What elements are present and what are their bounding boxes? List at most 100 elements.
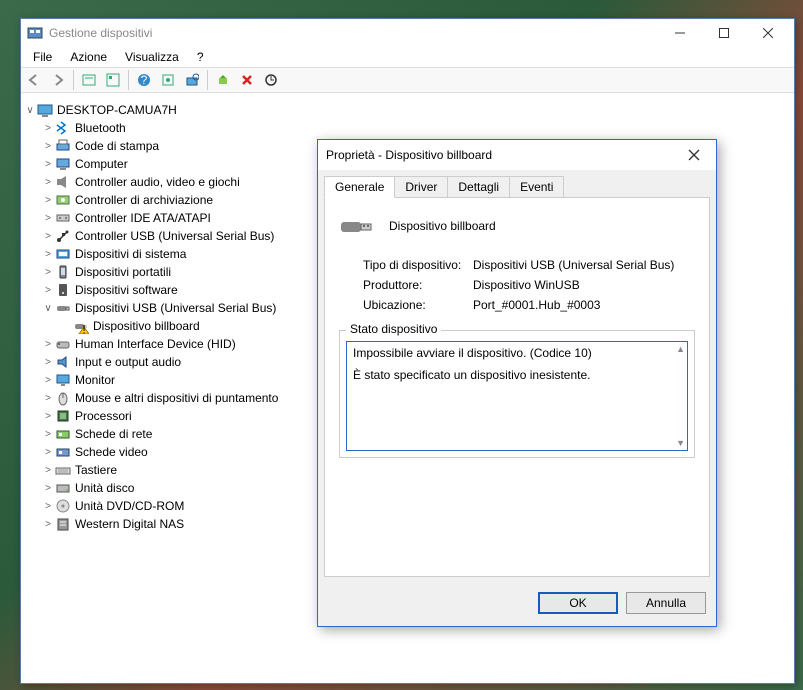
nas-icon [55, 516, 71, 532]
tree-item[interactable]: > Bluetooth [23, 119, 792, 137]
tab-general-body: Dispositivo billboard Tipo di dispositiv… [324, 197, 710, 577]
expander-icon[interactable]: > [41, 375, 55, 386]
expander-icon[interactable]: > [41, 213, 55, 224]
tree-item-label: DESKTOP-CAMUA7H [57, 103, 177, 117]
expander-icon[interactable]: > [41, 177, 55, 188]
maximize-button[interactable] [702, 19, 746, 47]
uninstall-button[interactable] [236, 69, 258, 91]
menu-help[interactable]: ? [189, 48, 212, 66]
toolbar-separator [73, 70, 74, 90]
status-line: È stato specificato un dispositivo inesi… [353, 368, 681, 382]
tab-eventi[interactable]: Eventi [509, 176, 564, 198]
ok-button[interactable]: OK [538, 592, 618, 614]
help-button[interactable]: ? [133, 69, 155, 91]
tree-item-label: Unità disco [75, 481, 134, 495]
property-row: Ubicazione:Port_#0001.Hub_#0003 [363, 298, 695, 312]
property-row: Tipo di dispositivo:Dispositivi USB (Uni… [363, 258, 695, 272]
dialog-title: Proprietà - Dispositivo billboard [326, 148, 680, 162]
device-name: Dispositivo billboard [389, 219, 496, 233]
tab-dettagli[interactable]: Dettagli [447, 176, 510, 198]
expander-icon[interactable]: > [41, 249, 55, 260]
property-key: Tipo di dispositivo: [363, 258, 473, 272]
menu-action[interactable]: Azione [62, 48, 115, 66]
toolbar-btn-4[interactable] [157, 69, 179, 91]
expander-icon[interactable]: > [41, 447, 55, 458]
expander-icon[interactable]: > [41, 141, 55, 152]
cpu-icon [55, 408, 71, 424]
portable-icon [55, 264, 71, 280]
expander-icon[interactable]: > [41, 231, 55, 242]
tree-root-node[interactable]: ∨ DESKTOP-CAMUA7H [23, 101, 792, 119]
tree-item-label: Bluetooth [75, 121, 126, 135]
status-textbox[interactable]: ▲ ▼ Impossibile avviare il dispositivo. … [346, 341, 688, 451]
scroll-down-icon: ▼ [676, 438, 685, 448]
expander-icon[interactable]: > [41, 285, 55, 296]
menu-file[interactable]: File [25, 48, 60, 66]
back-button[interactable] [23, 69, 45, 91]
expander-icon[interactable]: > [41, 357, 55, 368]
expander-icon[interactable]: ∨ [41, 303, 55, 314]
toolbar: ? [21, 67, 794, 93]
expander-icon[interactable]: > [41, 411, 55, 422]
tree-item-label: Monitor [75, 373, 115, 387]
toolbar-btn-2[interactable] [102, 69, 124, 91]
usb-icon [55, 228, 71, 244]
svg-text:?: ? [141, 73, 148, 87]
expander-icon[interactable]: > [41, 501, 55, 512]
tab-driver[interactable]: Driver [394, 176, 448, 198]
expander-icon[interactable]: > [41, 195, 55, 206]
hid-icon [55, 336, 71, 352]
dialog-close-button[interactable] [680, 143, 708, 167]
window-buttons [658, 19, 790, 47]
tree-item-label: Schede di rete [75, 427, 152, 441]
tab-generale[interactable]: Generale [324, 176, 395, 198]
tree-item-label: Controller di archiviazione [75, 193, 213, 207]
update-button[interactable] [260, 69, 282, 91]
storage-icon [55, 192, 71, 208]
tree-item-label: Dispositivi di sistema [75, 247, 186, 261]
enable-button[interactable] [212, 69, 234, 91]
tree-item-label: Computer [75, 157, 128, 171]
property-key: Ubicazione: [363, 298, 473, 312]
expander-icon[interactable]: > [41, 483, 55, 494]
usb-device-icon [339, 212, 375, 240]
property-value: Port_#0001.Hub_#0003 [473, 298, 600, 312]
tree-item-label: Input e output audio [75, 355, 181, 369]
status-fieldset: Stato dispositivo ▲ ▼ Impossibile avviar… [339, 330, 695, 458]
video-icon [55, 444, 71, 460]
dialog-titlebar: Proprietà - Dispositivo billboard [318, 140, 716, 170]
computer-icon [55, 156, 71, 172]
ide-icon [55, 210, 71, 226]
expander-icon[interactable]: > [41, 267, 55, 278]
expander-icon[interactable]: > [41, 519, 55, 530]
dvd-icon [55, 498, 71, 514]
software-icon [55, 282, 71, 298]
cancel-button[interactable]: Annulla [626, 592, 706, 614]
scroll-up-icon: ▲ [676, 344, 685, 354]
expander-icon[interactable]: > [41, 393, 55, 404]
audio-icon [55, 174, 71, 190]
property-row: Produttore:Dispositivo WinUSB [363, 278, 695, 292]
status-legend: Stato dispositivo [346, 322, 441, 336]
menubar: File Azione Visualizza ? [21, 47, 794, 67]
expander-icon[interactable]: > [41, 339, 55, 350]
tree-item-label: Mouse e altri dispositivi di puntamento [75, 391, 278, 405]
expander-icon[interactable]: ∨ [23, 105, 37, 116]
expander-icon[interactable]: > [41, 123, 55, 134]
tree-item-label: Dispositivi USB (Universal Serial Bus) [75, 301, 276, 315]
tree-item-label: Dispositivo billboard [93, 319, 200, 333]
tree-item-label: Processori [75, 409, 132, 423]
expander-icon[interactable]: > [41, 465, 55, 476]
printer-icon [55, 138, 71, 154]
tree-item-label: Controller audio, video e giochi [75, 175, 240, 189]
scan-button[interactable] [181, 69, 203, 91]
menu-view[interactable]: Visualizza [117, 48, 187, 66]
mouse-icon [55, 390, 71, 406]
tree-item-label: Dispositivi portatili [75, 265, 171, 279]
expander-icon[interactable]: > [41, 159, 55, 170]
close-button[interactable] [746, 19, 790, 47]
minimize-button[interactable] [658, 19, 702, 47]
expander-icon[interactable]: > [41, 429, 55, 440]
forward-button[interactable] [47, 69, 69, 91]
toolbar-btn-1[interactable] [78, 69, 100, 91]
